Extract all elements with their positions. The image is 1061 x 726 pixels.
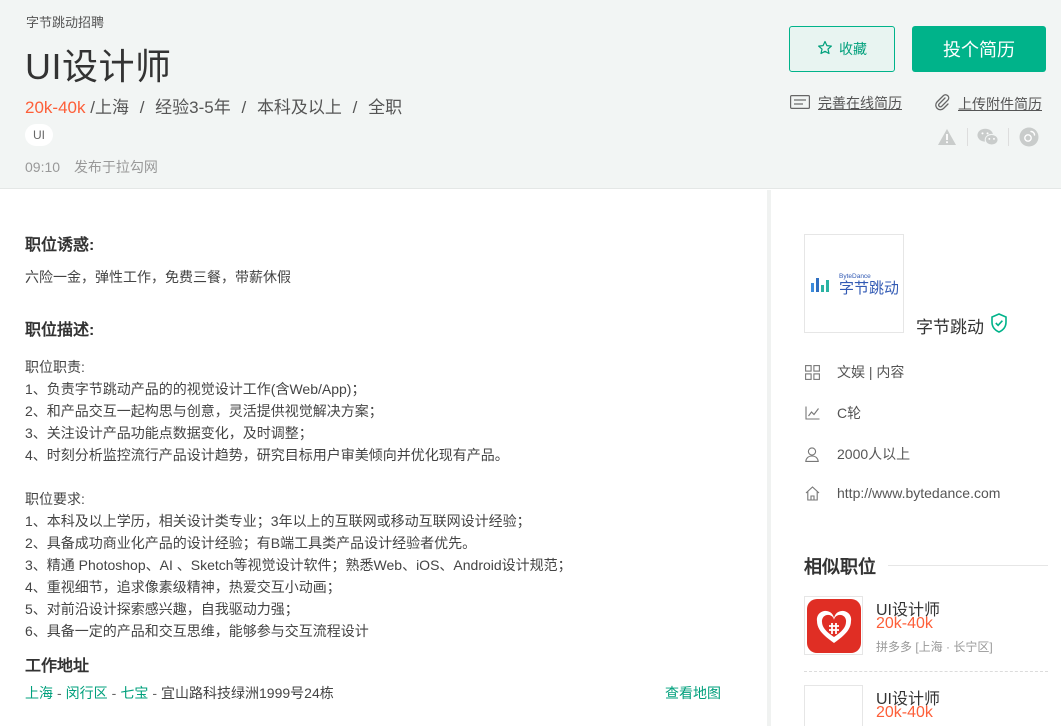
company-website-link[interactable]: http://www.bytedance.com [837, 485, 1000, 501]
wechat-icon[interactable] [977, 126, 999, 148]
paperclip-icon [934, 93, 950, 114]
verified-shield-icon [990, 313, 1008, 338]
company-size-text: 2000人以上 [837, 446, 911, 462]
address-street: 宜山路科技绿洲1999号24栋 [161, 685, 334, 701]
report-warning-icon[interactable] [936, 126, 958, 148]
trend-chart-icon [804, 405, 820, 421]
publish-info: 09:10 发布于拉勾网 [25, 157, 158, 177]
favorite-label: 收藏 [839, 41, 867, 57]
job-tag: UI [25, 124, 53, 146]
company-size: 2000人以上 [804, 444, 910, 464]
similar-job-divider [804, 671, 1048, 672]
description-text: 职位职责: 1、负责字节跳动产品的的视觉设计工作(含Web/App)； 2、和产… [25, 359, 572, 639]
company-field-text: 文娱 | 内容 [837, 364, 905, 380]
company-recruit-label[interactable]: 字节跳动招聘 [26, 12, 104, 31]
similar-job-salary: 20k-40k [876, 615, 933, 632]
address-title: 工作地址 [25, 658, 90, 675]
similar-jobs-title: 相似职位 [804, 557, 876, 577]
address-district-link[interactable]: 闵行区 [66, 685, 108, 701]
favorite-button[interactable]: 收藏 [789, 26, 895, 72]
similar-jobs-divider [888, 565, 1048, 566]
online-resume-label: 完善在线简历 [818, 95, 902, 111]
grid-icon [804, 364, 820, 380]
meta-separator: / [352, 98, 358, 117]
company-logo[interactable]: ByteDance 字节跳动 [804, 234, 904, 333]
work-address: 上海 - 闵行区 - 七宝 - 宜山路科技绿洲1999号24栋 [25, 685, 334, 701]
logo-text: 字节跳动 [839, 279, 898, 297]
meta-education: 本科及以上 [256, 98, 342, 117]
address-city-link[interactable]: 上海 [25, 685, 53, 701]
job-meta: 20k-40k /上海 / 经验3-5年 / 本科及以上 / 全职 [25, 93, 402, 118]
company-logo-placeholder [804, 685, 863, 726]
perks-title: 职位诱惑: [25, 237, 95, 254]
column-divider [767, 190, 771, 726]
resume-icon [790, 94, 810, 112]
complete-online-resume-link[interactable]: 完善在线简历 [790, 93, 902, 113]
view-map-link[interactable]: 查看地图 [665, 683, 721, 703]
person-icon [804, 446, 820, 462]
meta-type: 全职 [368, 98, 403, 117]
meta-experience: 经验3-5年 [155, 98, 231, 117]
publish-source: 发布于拉勾网 [73, 159, 158, 175]
similar-job-company: 拼多多 [上海 · 长宁区] [876, 640, 993, 654]
meta-separator: / [139, 98, 145, 117]
company-stage: C轮 [804, 403, 861, 423]
home-icon [804, 485, 820, 501]
icon-divider [1008, 128, 1009, 146]
similar-job-item[interactable]: UI设计师 20k-40k [804, 685, 1048, 726]
meta-separator: / [241, 98, 247, 117]
pinduoduo-logo [804, 596, 863, 655]
meta-city: /上海 [90, 98, 129, 117]
perks-text: 六险一金，弹性工作，免费三餐，带薪休假 [25, 269, 291, 285]
icon-divider [967, 128, 968, 146]
description-title: 职位描述: [25, 322, 95, 339]
attach-resume-label: 上传附件简历 [958, 95, 1042, 112]
job-title: UI设计师 [25, 46, 172, 87]
weibo-icon[interactable] [1018, 126, 1040, 148]
job-header: 字节跳动招聘 UI设计师 20k-40k /上海 / 经验3-5年 / 本科及以… [0, 0, 1061, 189]
share-icons [936, 126, 1040, 148]
company-name[interactable]: 字节跳动 [916, 313, 1008, 338]
similar-job-salary: 20k-40k [876, 704, 933, 721]
company-field: 文娱 | 内容 [804, 362, 904, 382]
publish-time: 09:10 [25, 159, 61, 175]
address-area-link[interactable]: 七宝 [120, 685, 148, 701]
company-name-text: 字节跳动 [916, 318, 984, 337]
salary: 20k-40k [25, 98, 86, 117]
upload-attachment-resume-link[interactable]: 上传附件简历 [934, 93, 1042, 114]
company-website: http://www.bytedance.com [804, 485, 1000, 501]
similar-job-item[interactable]: UI设计师 20k-40k 拼多多 [上海 · 长宁区] [804, 596, 1048, 666]
star-icon [817, 40, 833, 59]
apply-button[interactable]: 投个简历 [912, 26, 1046, 72]
company-stage-text: C轮 [837, 405, 862, 421]
